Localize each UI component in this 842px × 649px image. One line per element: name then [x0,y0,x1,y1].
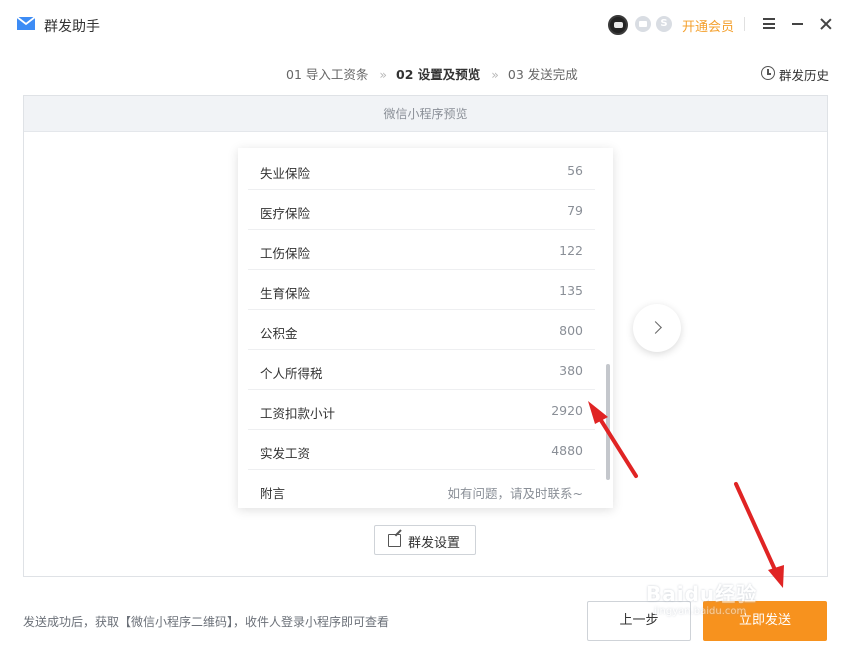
list-item: 医疗保险 79 [248,190,595,230]
app-title: 群发助手 [44,19,100,35]
row-value: 380 [559,363,583,378]
footer-note: 发送成功后，获取【微信小程序二维码】，收件人登录小程序即可查看 [23,615,390,629]
mini-program-preview[interactable]: 失业保险 56 医疗保险 79 工伤保险 122 生育保险 135 公积金 80… [238,148,613,508]
step-import: 01 导入工资条 [286,67,369,82]
step-indicator: 01 导入工资条 » 02 设置及预览 » 03 发送完成 [286,64,578,83]
clock-icon[interactable] [761,66,775,80]
list-item: 工资扣款小计 2920 [248,390,595,430]
menu-icon[interactable] [763,18,775,29]
step-chevron-icon: » [379,67,387,82]
close-icon[interactable] [819,17,833,31]
row-key: 工伤保险 [260,246,311,261]
row-key: 失业保险 [260,166,311,181]
list-item: 生育保险 135 [248,270,595,310]
minimize-icon[interactable] [792,23,803,25]
app-logo-icon [16,16,36,30]
list-item: 个人所得税 380 [248,350,595,390]
send-now-button[interactable]: 立即发送 [703,601,827,641]
step-chevron-icon: » [491,67,499,82]
list-item: 工伤保险 122 [248,230,595,270]
preview-header: 微信小程序预览 [24,96,827,132]
next-page-button[interactable] [633,304,681,352]
row-key: 工资扣款小计 [260,406,336,421]
row-value: 79 [567,203,583,218]
step-settings-preview: 02 设置及预览 [396,67,481,82]
step-send-complete: 03 发送完成 [507,67,578,82]
broadcast-settings-label: 群发设置 [408,536,461,551]
row-key: 生育保险 [260,286,311,301]
row-value: 2920 [551,403,583,418]
row-key: 附言 [260,486,286,501]
s-badge-icon: S [656,16,672,32]
row-key: 公积金 [260,326,298,341]
row-key: 实发工资 [260,446,311,461]
row-key: 个人所得税 [260,366,323,381]
list-item: 附言 如有问题，请及时联系~ [248,470,595,508]
titlebar-divider [744,17,745,31]
title-bar: 群发助手 S 开通会员 [0,0,842,50]
row-value: 4880 [551,443,583,458]
preview-scrollbar[interactable] [606,364,610,480]
avatar[interactable] [608,15,628,35]
previous-step-button[interactable]: 上一步 [587,601,691,641]
row-key: 医疗保险 [260,206,311,221]
row-value: 56 [567,163,583,178]
history-link[interactable]: 群发历史 [779,65,829,84]
row-value: 如有问题，请及时联系~ [447,486,583,501]
open-vip-link[interactable]: 开通会员 [682,16,734,35]
row-value: 135 [559,283,583,298]
list-item: 实发工资 4880 [248,430,595,470]
list-item: 公积金 800 [248,310,595,350]
list-item: 失业保险 56 [248,150,595,190]
row-value: 122 [559,243,583,258]
crown-badge-icon [635,16,651,32]
row-value: 800 [559,323,583,338]
broadcast-settings-button[interactable]: 群发设置 [374,525,476,555]
edit-icon [388,534,401,547]
